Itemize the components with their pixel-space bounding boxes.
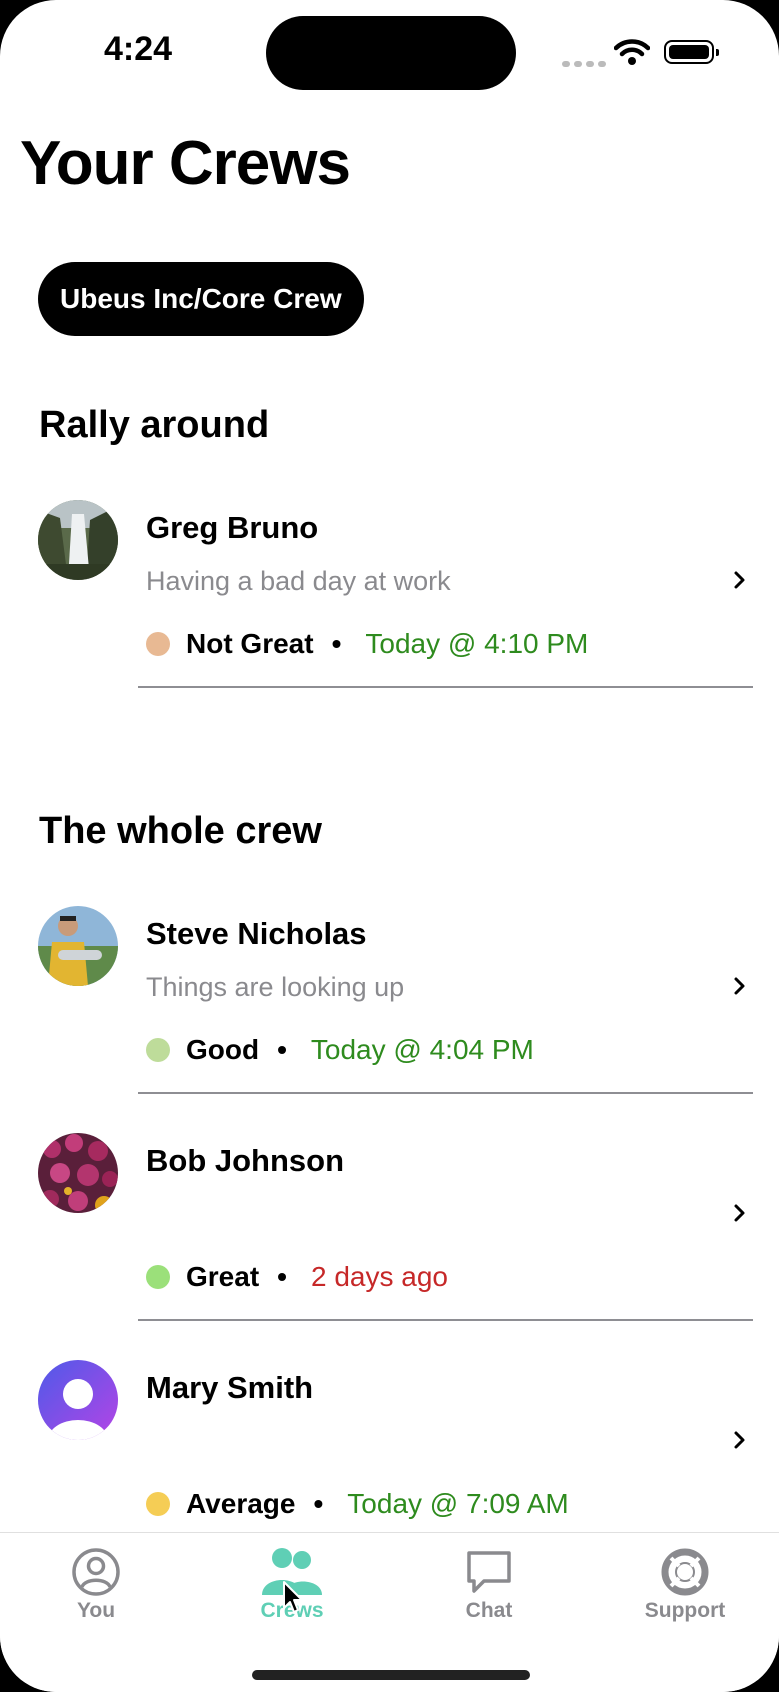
avatar (38, 906, 118, 986)
member-row-bob-johnson[interactable]: Bob Johnson Great • 2 days ago (0, 1133, 779, 1323)
home-indicator[interactable] (252, 1670, 530, 1680)
mood-dot (146, 1265, 170, 1289)
last-checkin-time: Today @ 4:10 PM (365, 628, 589, 659)
mood-label: Great (186, 1261, 260, 1292)
cellular-signal-icon (562, 54, 610, 72)
member-note: Things are looking up (146, 972, 405, 1002)
dynamic-island (266, 16, 516, 90)
chat-bubble-icon (467, 1551, 511, 1593)
section-title-rally: Rally around (39, 404, 270, 446)
member-name: Bob Johnson (146, 1143, 345, 1178)
crew-selector-button[interactable]: Ubeus Inc/Core Crew (38, 262, 364, 336)
mood-dot (146, 1038, 170, 1062)
member-name: Mary Smith (146, 1370, 314, 1405)
chevron-right-icon (734, 1204, 745, 1222)
member-name: Steve Nicholas (146, 916, 367, 951)
mood-dot (146, 1492, 170, 1516)
status-time: 4:24 (104, 30, 173, 68)
mood-status: Good • Today @ 4:04 PM (146, 1032, 534, 1068)
mood-status: Great • 2 days ago (146, 1259, 448, 1295)
lifebuoy-icon (661, 1548, 709, 1596)
mood-status: Not Great • Today @ 4:10 PM (146, 626, 588, 662)
tab-support[interactable]: Support (615, 1547, 755, 1623)
mood-label: Good (186, 1034, 260, 1065)
tab-label: Support (644, 1599, 726, 1622)
last-checkin-time: Today @ 4:04 PM (310, 1034, 534, 1065)
section-title-crew: The whole crew (39, 810, 322, 852)
member-row-greg-bruno[interactable]: Greg Bruno Having a bad day at work Not … (0, 500, 779, 690)
person-circle-icon (72, 1548, 120, 1596)
chevron-right-icon (734, 1431, 745, 1449)
separator-dot: • (277, 1261, 287, 1292)
tab-you[interactable]: You (26, 1547, 166, 1623)
tab-chat[interactable]: Chat (419, 1547, 559, 1623)
tab-label: Chat (465, 1599, 513, 1622)
row-divider (138, 1319, 753, 1321)
last-checkin-time: Today @ 7:09 AM (347, 1488, 569, 1519)
wifi-icon (614, 39, 650, 65)
member-row-mary-smith[interactable]: Mary Smith Average • Today @ 7:09 AM (0, 1360, 779, 1550)
separator-dot: • (331, 628, 342, 659)
chevron-right-icon (734, 977, 745, 995)
member-name: Greg Bruno (146, 510, 319, 545)
mouse-cursor-icon (283, 1581, 303, 1613)
mood-label: Not Great (186, 628, 314, 659)
avatar (38, 1360, 118, 1440)
row-divider (138, 1092, 753, 1094)
page-title: Your Crews (20, 129, 351, 198)
member-row-steve-nicholas[interactable]: Steve Nicholas Things are looking up Goo… (0, 906, 779, 1096)
avatar (38, 1133, 118, 1213)
tab-bar: You Crews Chat Support (0, 1532, 779, 1692)
last-checkin-time: 2 days ago (310, 1261, 448, 1292)
mood-status: Average • Today @ 7:09 AM (146, 1486, 569, 1522)
chevron-right-icon (734, 571, 745, 589)
mood-label: Average (186, 1488, 296, 1519)
battery-icon (664, 40, 719, 64)
separator-dot: • (313, 1488, 324, 1519)
separator-dot: • (277, 1034, 287, 1065)
phone-screen: 4:24 Your Crews Ubeus Inc/Core Crew Rall… (0, 0, 779, 1692)
avatar (38, 500, 118, 580)
row-divider (138, 686, 753, 688)
tab-label: You (76, 1599, 116, 1622)
member-note: Having a bad day at work (146, 566, 451, 596)
mood-dot (146, 632, 170, 656)
